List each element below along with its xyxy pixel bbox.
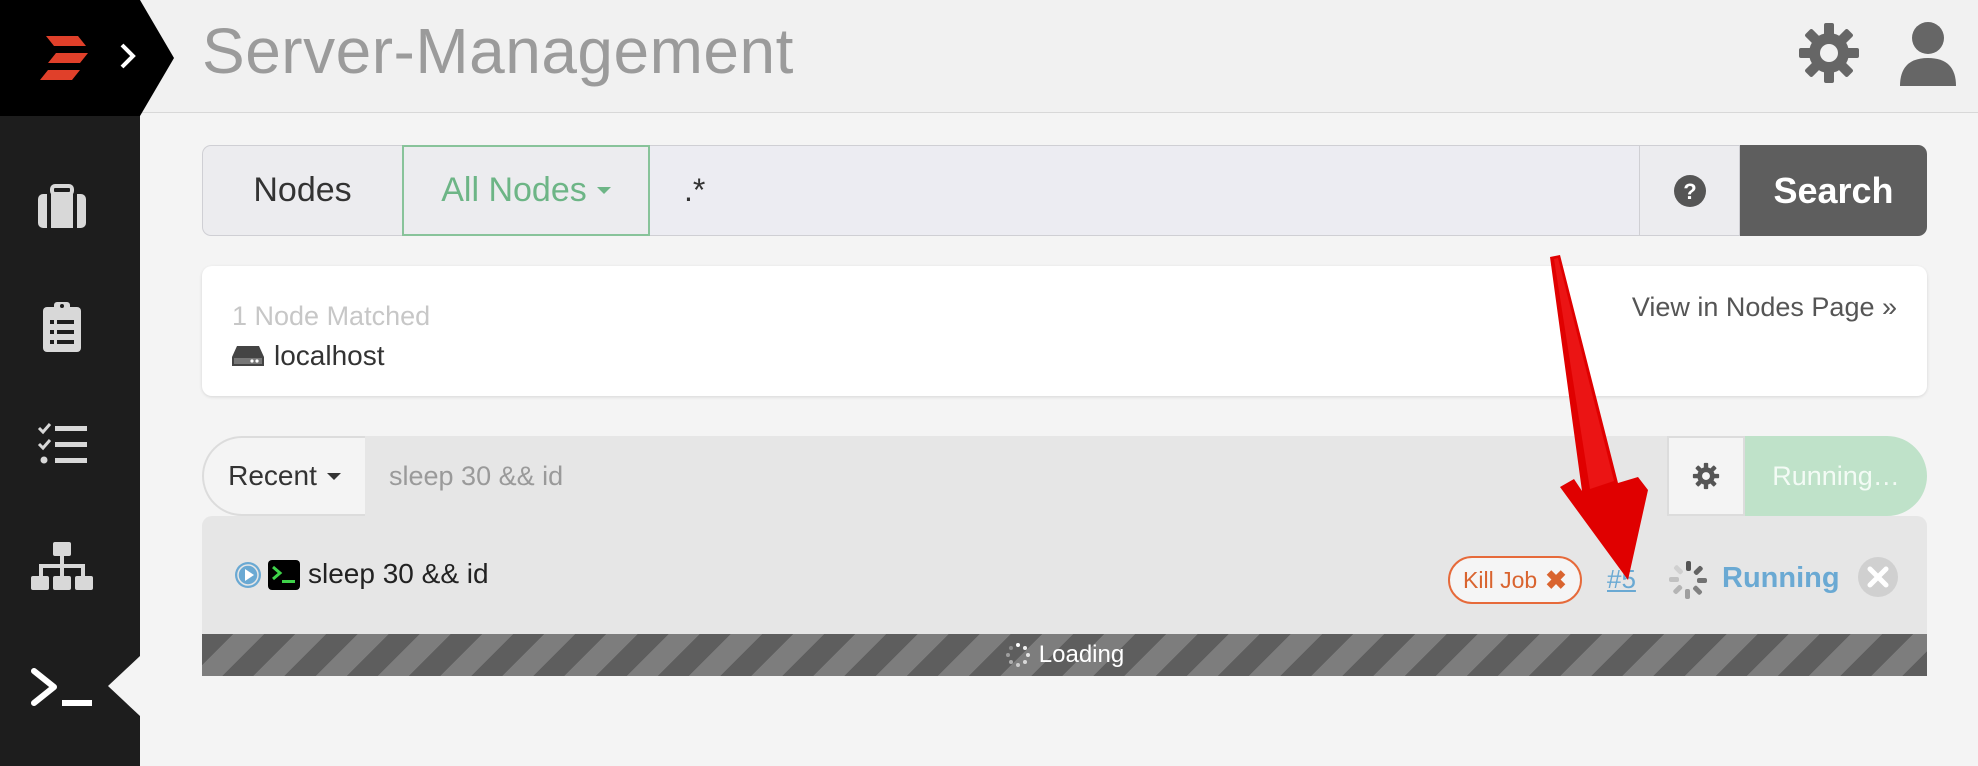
- loading-spinner-icon: [1005, 643, 1030, 667]
- server-icon: [232, 346, 264, 366]
- run-button[interactable]: Running…: [1745, 436, 1927, 516]
- nodes-nav-icon[interactable]: [30, 535, 94, 599]
- terminal-prompt-icon: [31, 668, 92, 706]
- node-filter-label: All Nodes: [441, 171, 587, 209]
- command-input[interactable]: sleep 30 && id: [365, 436, 1667, 516]
- match-count: 1 Node Matched: [232, 301, 431, 331]
- settings-button[interactable]: [1797, 18, 1861, 88]
- sidebar-expand-button[interactable]: [140, 0, 174, 116]
- gear-icon: [1692, 462, 1720, 490]
- sitemap-icon: [31, 542, 93, 590]
- filter-help-button[interactable]: ?: [1639, 145, 1740, 236]
- question-circle-icon: ?: [1673, 174, 1706, 207]
- matched-node[interactable]: localhost: [232, 340, 385, 372]
- gear-icon: [1799, 23, 1859, 83]
- terminal-icon: [268, 560, 300, 590]
- node-match-panel: 1 Node Matched localhost View in Nodes P…: [202, 266, 1927, 396]
- search-button[interactable]: Search: [1740, 145, 1927, 236]
- annotation-arrow: [1530, 255, 1660, 590]
- user-icon: [1900, 22, 1956, 86]
- spinner-icon: [1668, 560, 1708, 605]
- command-options-button[interactable]: [1667, 436, 1745, 516]
- svg-text:?: ?: [1683, 179, 1696, 204]
- jobs-nav-icon[interactable]: [30, 174, 94, 238]
- node-filter-dropdown[interactable]: All Nodes: [402, 145, 650, 236]
- activity-nav-icon[interactable]: [30, 295, 94, 359]
- page-title: Server-Management: [202, 15, 794, 87]
- recent-commands-dropdown[interactable]: Recent: [202, 436, 365, 516]
- caret-down-icon: [596, 187, 611, 194]
- execution-status: Running: [1722, 562, 1840, 594]
- view-in-nodes-link[interactable]: View in Nodes Page »: [1632, 292, 1897, 323]
- chevron-right-icon: [118, 42, 138, 75]
- play-circle-icon: [234, 561, 262, 594]
- clipboard-list-icon: [43, 302, 81, 352]
- loading-bar: Loading: [202, 634, 1927, 676]
- kill-job-label: Kill Job: [1463, 566, 1538, 593]
- dismiss-button[interactable]: [1857, 556, 1899, 603]
- matched-node-name: localhost: [274, 340, 385, 371]
- job-execution-row: sleep 30 && id Kill Job ✖ #5 Running: [202, 516, 1927, 634]
- loading-label: Loading: [1038, 641, 1125, 668]
- active-nav-indicator: [108, 656, 140, 716]
- sidebar: [0, 0, 140, 766]
- user-menu-button[interactable]: [1896, 18, 1960, 88]
- job-command: sleep 30 && id: [308, 558, 489, 589]
- checklist-nav-icon[interactable]: [30, 412, 94, 476]
- node-filter-bar: Nodes All Nodes .* ? Search: [202, 145, 1927, 236]
- nodes-label: Nodes: [202, 145, 402, 236]
- checklist-icon: [37, 423, 87, 464]
- commands-nav-icon[interactable]: [30, 655, 94, 719]
- caret-down-icon: [326, 472, 341, 480]
- recent-label: Recent: [228, 460, 317, 491]
- node-filter-input[interactable]: .*: [650, 145, 1639, 236]
- close-circle-icon: [1858, 557, 1898, 597]
- briefcase-icon: [38, 184, 86, 228]
- command-bar: Recent sleep 30 && id Running…: [202, 436, 1927, 516]
